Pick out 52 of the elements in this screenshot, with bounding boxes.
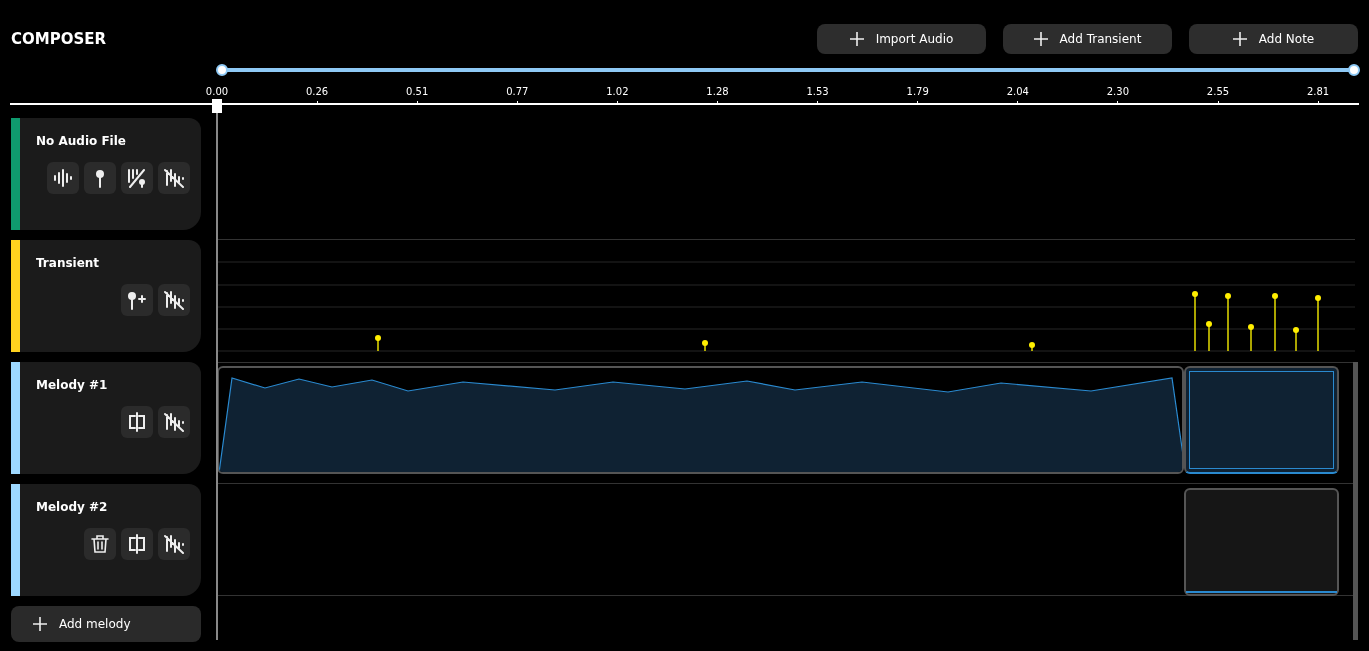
ruler-label: 2.30 [1105, 86, 1130, 98]
plus-icon [1232, 32, 1247, 46]
track-tool-button[interactable] [121, 406, 153, 438]
track-tool-button[interactable] [47, 162, 79, 194]
add-button[interactable]: Import Audio [817, 24, 986, 54]
ruler-label: 2.04 [1005, 86, 1030, 98]
track-tool-button[interactable] [121, 284, 153, 316]
plus-icon [33, 617, 47, 631]
trash-icon [90, 534, 110, 554]
waveform-icon [53, 168, 73, 188]
range-start-thumb[interactable] [216, 64, 228, 76]
split-icon [126, 412, 148, 432]
plus-icon [849, 32, 864, 46]
ruler-label: 1.02 [605, 86, 630, 98]
mute-waveform-icon [164, 290, 184, 310]
track-name: No Audio File [36, 133, 127, 150]
ruler-label: 0.51 [405, 86, 430, 98]
add-button[interactable]: Add Transient [1003, 24, 1172, 54]
waveform-pin-icon [127, 168, 147, 188]
app-title: COMPOSER [11, 28, 108, 50]
range-end-thumb[interactable] [1348, 64, 1360, 76]
track-tool-button[interactable] [121, 528, 153, 560]
track-tool-button[interactable] [84, 162, 116, 194]
ruler-label: 0.77 [505, 86, 530, 98]
ruler-label: 2.81 [1305, 86, 1331, 98]
track-tool-button[interactable] [121, 162, 153, 194]
playhead[interactable] [211, 99, 223, 640]
track-name: Melody #2 [36, 499, 109, 516]
plus-icon [1033, 32, 1048, 46]
ruler-label: 1.53 [805, 86, 830, 98]
track-tool-button[interactable] [84, 528, 116, 560]
pin-plus-icon [126, 290, 148, 310]
add-melody-button[interactable]: Add melody [11, 606, 201, 642]
track-tool-button[interactable] [158, 406, 190, 438]
ruler-label: 1.79 [905, 86, 930, 98]
track-tool-button[interactable] [158, 162, 190, 194]
mute-waveform-icon [164, 168, 184, 188]
mute-waveform-icon [164, 534, 184, 554]
add-button[interactable]: Add Note [1189, 24, 1358, 54]
track-name: Melody #1 [36, 377, 109, 394]
mute-waveform-icon [164, 412, 184, 432]
scrollbar[interactable] [1353, 362, 1358, 640]
ruler-label: 0.26 [304, 86, 330, 98]
ruler-label: 2.55 [1205, 86, 1231, 98]
ruler-label: 0.00 [204, 86, 230, 98]
split-icon [126, 534, 148, 554]
track-name: Transient [36, 255, 101, 272]
melody-region[interactable] [1184, 366, 1339, 474]
empty-melody-region[interactable] [1184, 488, 1339, 596]
track-tool-button[interactable] [158, 284, 190, 316]
track-tool-button[interactable] [158, 528, 190, 560]
ruler-label: 1.28 [705, 86, 730, 98]
